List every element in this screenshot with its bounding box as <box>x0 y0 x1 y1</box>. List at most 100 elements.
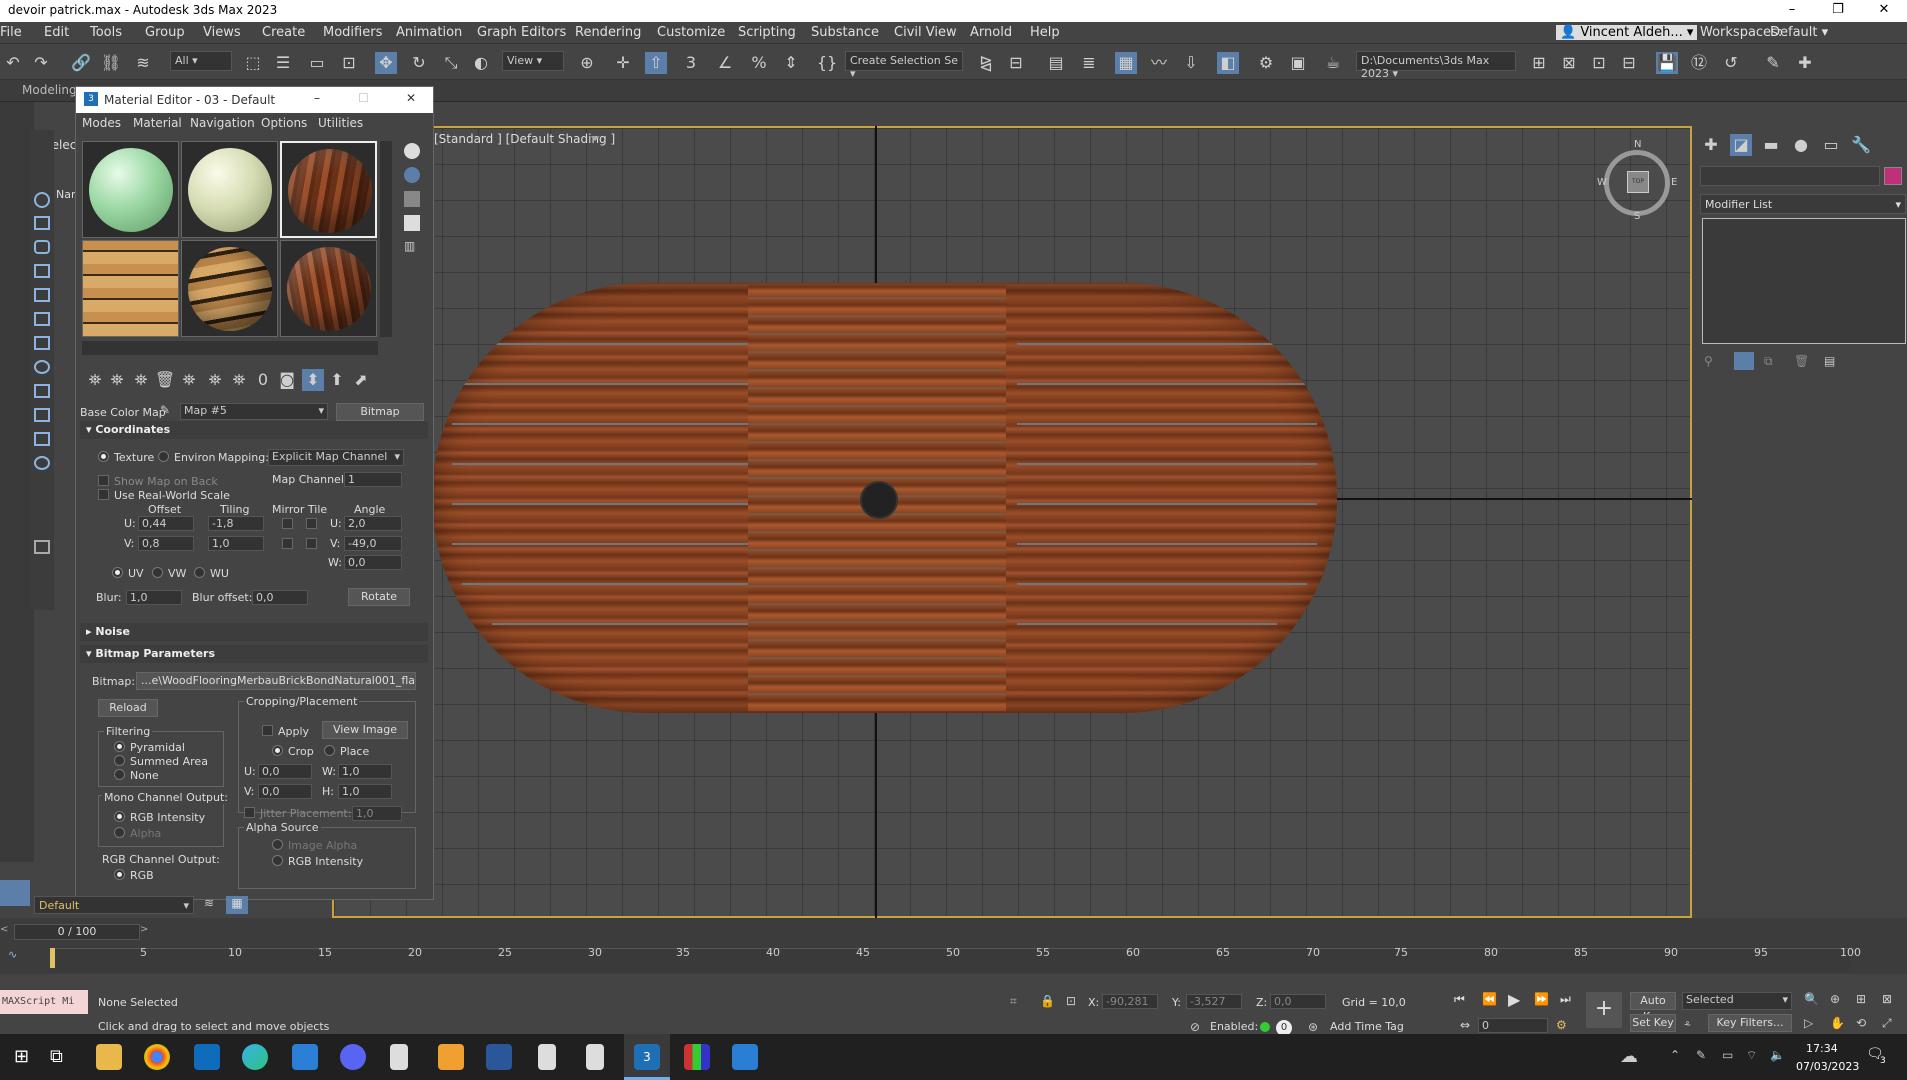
sync-icon[interactable]: ↺ <box>1720 52 1742 74</box>
select-object-icon[interactable]: ⬚ <box>242 52 264 74</box>
minimize-icon[interactable]: – <box>314 91 320 105</box>
none-radio[interactable] <box>114 769 125 780</box>
task-view-icon[interactable]: ⧉ <box>50 1046 63 1067</box>
zoom-all-icon[interactable]: ⊕ <box>1830 992 1840 1006</box>
current-layer-dropdown[interactable]: Default ▾ <box>34 896 194 914</box>
eyedropper-icon[interactable]: ✎ <box>160 403 170 417</box>
map-type-button[interactable]: Bitmap <box>336 403 424 421</box>
sample-type-icon[interactable] <box>404 143 420 159</box>
me-menu-options[interactable]: Options <box>261 116 307 130</box>
reset-map-icon[interactable]: 🗑 <box>154 369 176 391</box>
apply-checkbox[interactable] <box>262 725 273 736</box>
angle-v-spinner[interactable]: -49,0 <box>344 536 402 551</box>
menu-modifiers[interactable]: Modifiers <box>323 25 382 40</box>
go-forward-sibling-icon[interactable]: ⬈ <box>350 369 372 391</box>
crop-radio[interactable] <box>272 745 283 756</box>
mirror-v-checkbox[interactable] <box>282 538 293 549</box>
map-name-field[interactable]: Map #5 ▾ <box>180 403 328 420</box>
sublime-icon[interactable] <box>438 1044 464 1070</box>
me-menu-utilities[interactable]: Utilities <box>318 116 363 130</box>
containers-icon[interactable] <box>34 384 50 398</box>
layer-manager-icon[interactable]: ≋ <box>204 896 214 910</box>
lights-icon[interactable] <box>34 240 50 254</box>
time-tag-icon[interactable]: ⊛ <box>1308 1020 1318 1034</box>
image-alpha-radio[interactable] <box>272 839 283 850</box>
winrar-icon[interactable] <box>684 1044 710 1070</box>
selection-set-dropdown[interactable]: Create Selection Se ▾ <box>845 51 963 80</box>
tiling-u-spinner[interactable]: -1,8 <box>208 516 264 531</box>
slots-horizontal-scrollbar[interactable] <box>82 341 378 355</box>
time-config-icon[interactable]: ⇔ <box>1460 1018 1470 1032</box>
map-channel-spinner[interactable]: 1 <box>344 472 402 487</box>
z-coordinate-field[interactable]: 0,0 <box>1270 994 1326 1009</box>
close-icon[interactable]: ✕ <box>406 91 416 105</box>
scene-explorer-icon[interactable]: ▦ <box>1115 52 1137 74</box>
menu-views[interactable]: Views <box>203 25 241 40</box>
tile-v-checkbox[interactable] <box>306 538 317 549</box>
orbit-icon[interactable]: ⟲ <box>1856 1016 1866 1030</box>
menu-rendering[interactable]: Rendering <box>575 25 641 40</box>
wifi-icon[interactable]: ⌔ <box>1746 1048 1757 1063</box>
video-color-check-icon[interactable]: ▥ <box>404 239 420 255</box>
create-tab-icon[interactable]: ✚ <box>1700 134 1722 156</box>
show-end-result-icon[interactable]: ⬍ <box>302 369 324 391</box>
material-slot-2[interactable] <box>181 141 278 238</box>
volume-icon[interactable]: 🔈 <box>1770 1048 1785 1062</box>
show-map-on-back-checkbox[interactable] <box>98 475 109 486</box>
blur-spinner[interactable]: 1,0 <box>126 590 182 605</box>
keyboard-shortcut-override-icon[interactable]: ⇧ <box>645 52 667 74</box>
set-key-button[interactable]: Set Key <box>1630 1014 1676 1032</box>
modifier-stack[interactable] <box>1702 218 1906 344</box>
material-slot-3-active[interactable] <box>280 141 377 238</box>
zoom-extents-all-icon[interactable]: ⊠ <box>1882 992 1892 1006</box>
bind-spacewarp-icon[interactable]: ≋ <box>132 52 154 74</box>
open-icon[interactable]: ⊞ <box>1528 52 1550 74</box>
pivot-center-icon[interactable]: ⊕ <box>576 52 598 74</box>
hidden-icon[interactable] <box>34 456 50 470</box>
version-icon[interactable]: ⑫ <box>1688 52 1710 74</box>
user-account[interactable]: 👤 Vincent Aldeh... ▾ <box>1556 25 1698 40</box>
frozen-icon[interactable] <box>34 432 50 446</box>
slots-vertical-scrollbar[interactable] <box>380 141 392 337</box>
file-icon[interactable] <box>586 1044 604 1070</box>
absolute-mode-icon[interactable]: ⊡ <box>1066 994 1076 1008</box>
tiling-v-spinner[interactable]: 1,0 <box>208 536 264 551</box>
discord-icon[interactable] <box>340 1044 366 1070</box>
layer-explorer-icon[interactable]: ▤ <box>1045 52 1067 74</box>
onedrive-icon[interactable]: ☁ <box>1620 1046 1638 1067</box>
assign-material-icon[interactable]: ⛯ <box>130 369 152 391</box>
key-selection-dropdown[interactable]: Selected ▾ <box>1682 992 1792 1010</box>
play-icon[interactable]: ▶ <box>1508 990 1520 1009</box>
background-icon[interactable] <box>404 191 420 207</box>
schematic-view-icon[interactable]: ⇩ <box>1180 52 1202 74</box>
make-unique-icon[interactable]: ⛯ <box>204 369 226 391</box>
battery-icon[interactable]: ▭ <box>1722 1048 1733 1062</box>
show-end-result-icon[interactable] <box>1734 352 1754 370</box>
document-icon[interactable] <box>390 1044 408 1070</box>
bitmap-parameters-rollout-header[interactable]: ▾ Bitmap Parameters <box>80 645 428 663</box>
outlook-icon[interactable] <box>194 1044 220 1070</box>
vw-radio[interactable] <box>152 567 163 578</box>
menu-file[interactable]: File <box>0 25 22 40</box>
bones-icon[interactable] <box>34 360 50 374</box>
align-icon[interactable]: ⊟ <box>1005 52 1027 74</box>
filter-icon[interactable] <box>34 540 50 554</box>
alpha-rgb-intensity-radio[interactable] <box>272 855 283 866</box>
geometry-icon[interactable] <box>34 192 50 208</box>
offset-u-spinner[interactable]: 0,44 <box>138 516 194 531</box>
prev-frame-icon[interactable]: ⏪ <box>1482 992 1497 1006</box>
maximize-button[interactable]: ❐ <box>1815 0 1861 22</box>
y-coordinate-field[interactable]: -3,527 <box>1186 994 1242 1009</box>
select-by-name-icon[interactable]: ☰ <box>272 52 294 74</box>
time-slider[interactable]: 0 / 100 <box>14 924 140 940</box>
goto-start-icon[interactable]: ⏮ <box>1454 992 1465 1007</box>
menu-help[interactable]: Help <box>1030 25 1060 40</box>
photos-icon[interactable] <box>732 1044 758 1070</box>
close-button[interactable]: ✕ <box>1861 0 1907 22</box>
clock-date[interactable]: 07/03/2023 <box>1796 1060 1859 1073</box>
file-explorer-icon[interactable] <box>96 1044 122 1070</box>
move-icon[interactable]: ✥ <box>375 52 397 74</box>
zoom-icon[interactable]: 🔍 <box>1804 992 1819 1006</box>
curve-editor-mini-icon[interactable]: ∿ <box>8 948 17 961</box>
mono-alpha-radio[interactable] <box>114 827 125 838</box>
